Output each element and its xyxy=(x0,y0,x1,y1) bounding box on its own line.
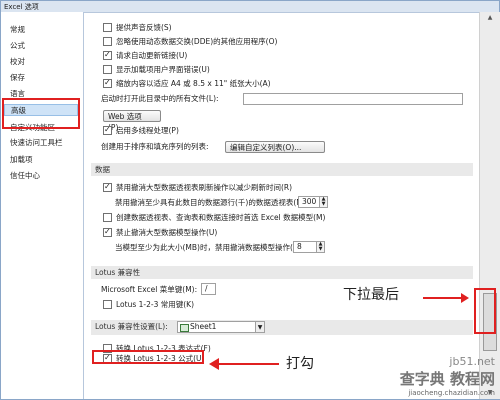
checkbox[interactable] xyxy=(103,36,112,46)
sidebar-item-general[interactable]: 常规 xyxy=(4,24,78,36)
advanced-highlight-box xyxy=(2,98,80,129)
menu-key-input[interactable]: / xyxy=(201,283,216,295)
watermark: jb51.net 查字典 教程网 jiaocheng.chazidian.com xyxy=(400,355,495,397)
vertical-scrollbar[interactable]: ▲ ▼ xyxy=(479,12,500,399)
startup-folder-input[interactable] xyxy=(243,93,463,105)
option-multithread[interactable]: 启用多线程处理(P) xyxy=(103,124,179,137)
option-auto-update-links[interactable]: 请求自动更新链接(U) xyxy=(103,49,187,62)
sheet-select[interactable]: Sheet1 xyxy=(177,321,257,333)
option-scale-a4[interactable]: 缩放内容以适应 A4 或 8.5 x 11" 纸张大小(A) xyxy=(103,77,271,90)
sidebar-item-trust-center[interactable]: 信任中心 xyxy=(4,170,78,182)
web-options-button[interactable]: Web 选项(P)... xyxy=(103,110,161,132)
watermark-url: jiaocheng.chazidian.com xyxy=(408,389,495,397)
checkbox[interactable] xyxy=(103,212,112,222)
menu-key-label: Microsoft Excel 菜单键(M): xyxy=(101,285,198,294)
watermark-site: jb51.net xyxy=(449,355,495,368)
option-prefer-data-model[interactable]: 创建数据透视表、查询表和数据连接时首选 Excel 数据模型(M) xyxy=(103,212,325,224)
excel-options-window: Excel 选项 常规 公式 校对 保存 语言 高级 自定义功能区 快速访问工具… xyxy=(0,0,500,400)
check-hint-label: 打勾 xyxy=(286,356,314,372)
scroll-thumb-highlight-box xyxy=(474,288,496,334)
checkbox[interactable] xyxy=(103,181,112,193)
option-lotus-nav-keys[interactable]: Lotus 1-2-3 常用键(K) xyxy=(103,299,194,311)
scroll-hint-arrow-head xyxy=(461,293,469,303)
check-hint-arrow-head xyxy=(209,358,219,370)
watermark-text: 查字典 教程网 xyxy=(399,370,495,388)
scroll-hint-label: 下拉最后 xyxy=(343,287,399,303)
scroll-up-icon[interactable]: ▲ xyxy=(480,12,500,24)
option-addin-ui-errors[interactable]: 显示加载项用户界面错误(U) xyxy=(103,64,210,76)
section-data: 数据 xyxy=(91,163,473,176)
model-size-input[interactable]: 8 xyxy=(293,241,317,253)
checkbox[interactable] xyxy=(103,299,112,309)
checkbox[interactable] xyxy=(103,64,112,74)
checkbox[interactable] xyxy=(103,22,112,32)
option-disable-undo-pivot[interactable]: 禁用撤消大型数据透视表刷新操作以减少刷新时间(R) xyxy=(103,181,292,194)
checkbox[interactable] xyxy=(103,226,112,238)
sidebar-item-save[interactable]: 保存 xyxy=(4,72,78,84)
pivot-rows-spinner[interactable]: ▲ ▼ xyxy=(320,196,328,208)
model-size-spinner[interactable]: ▲ ▼ xyxy=(317,241,325,253)
checkbox[interactable] xyxy=(103,77,112,89)
sidebar: 常规 公式 校对 保存 语言 高级 自定义功能区 快速访问工具栏 加载项 信任中… xyxy=(1,12,84,399)
startup-folder-label: 启动时打开此目录中的所有文件(L): xyxy=(101,94,219,103)
option-sound-feedback[interactable]: 提供声音反馈(S) xyxy=(103,22,172,34)
scroll-hint-arrow-line xyxy=(423,297,463,299)
model-size-label: 当模型至少为此大小(MB)时，禁用撤消数据模型操作(L): xyxy=(115,243,303,252)
section-lotus: Lotus 兼容性 xyxy=(91,266,473,279)
checkbox[interactable] xyxy=(103,124,112,136)
custom-list-label: 创建用于排序和填充序列的列表: xyxy=(101,142,209,151)
sidebar-item-addins[interactable]: 加载项 xyxy=(4,154,78,166)
sidebar-item-quick-access-toolbar[interactable]: 快速访问工具栏 xyxy=(4,137,78,149)
pivot-rows-input[interactable]: 300 xyxy=(298,196,320,208)
option-ignore-dde[interactable]: 忽略使用动态数据交换(DDE)的其他应用程序(O) xyxy=(103,36,277,48)
option-disable-undo-model[interactable]: 禁止撤消大型数据模型操作(U) xyxy=(103,226,217,239)
sidebar-item-formulas[interactable]: 公式 xyxy=(4,40,78,52)
checkbox[interactable] xyxy=(103,49,112,61)
sidebar-item-proofing[interactable]: 校对 xyxy=(4,56,78,68)
chevron-down-icon[interactable]: ▼ xyxy=(255,321,265,333)
pivot-rows-label: 禁用撤消至少具有此数目的数据源行(千)的数据透视表(N): xyxy=(115,198,308,207)
section-lotus-settings: Lotus 兼容性设置(L): xyxy=(91,320,473,335)
formula-checkbox-highlight-box xyxy=(92,350,204,364)
check-hint-arrow-line xyxy=(219,363,279,365)
sheet-icon xyxy=(180,324,189,332)
window-title: Excel 选项 xyxy=(4,3,39,11)
edit-custom-lists-button[interactable]: 编辑自定义列表(O)... xyxy=(225,141,325,153)
options-content: 提供声音反馈(S) 忽略使用动态数据交换(DDE)的其他应用程序(O) 请求自动… xyxy=(85,12,479,399)
